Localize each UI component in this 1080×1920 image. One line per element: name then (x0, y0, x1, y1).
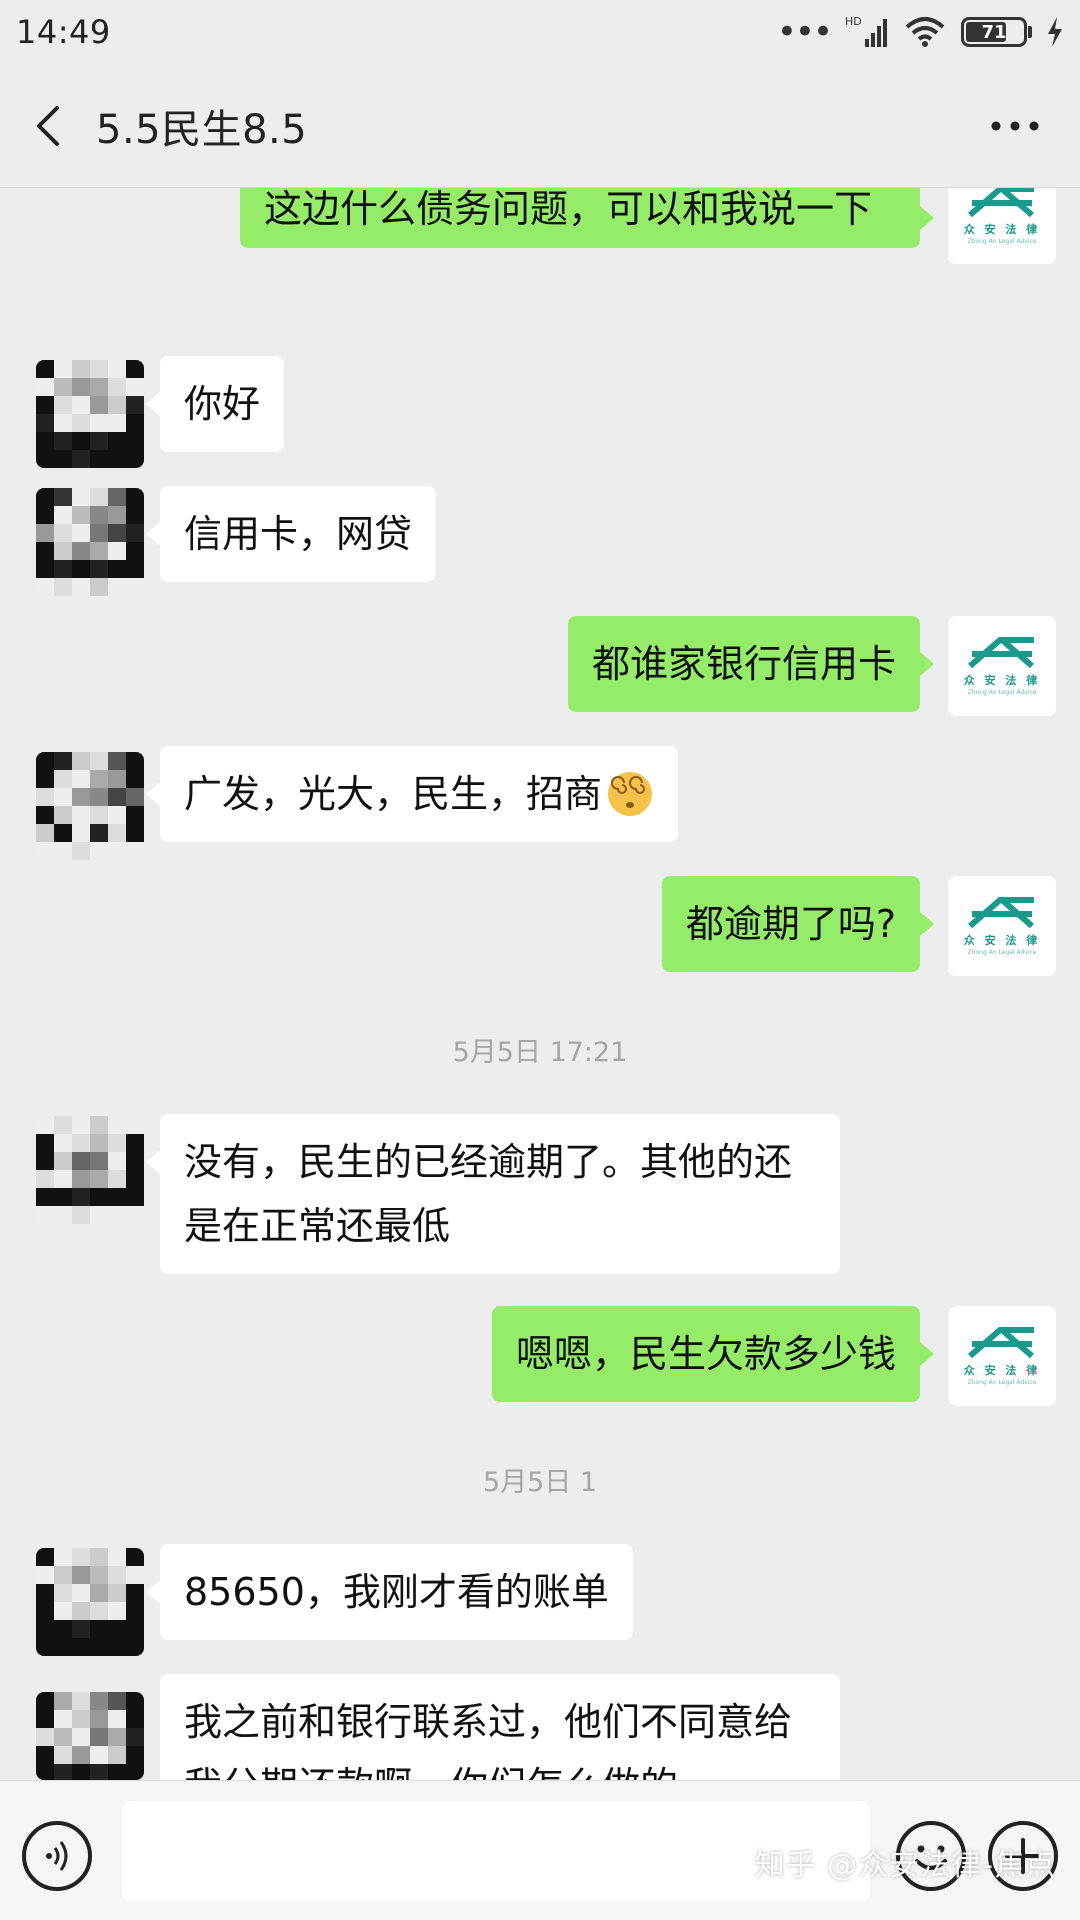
logo-text: 众 安 法 律 (963, 674, 1041, 687)
chat-header: 5.5民生8.5 (0, 64, 1080, 188)
user-avatar[interactable] (36, 1548, 144, 1656)
signal-icon: HD (845, 15, 887, 47)
message-bubble-in[interactable]: 广发，光大，民生，招商 (145, 746, 679, 842)
user-avatar[interactable] (36, 752, 144, 860)
logo-text: 众 安 法 律 (963, 934, 1041, 947)
zhongan-logo-icon (968, 1327, 1034, 1359)
logo-text: 众 安 法 律 (963, 1364, 1041, 1377)
status-bar: 14:49 ••• HD 71 (0, 0, 1080, 64)
back-button[interactable] (0, 64, 96, 188)
message-bubble-in[interactable]: 信用卡，网贷 (145, 486, 437, 582)
message-text: 都谁家银行信用卡 (591, 642, 896, 686)
agent-avatar[interactable]: 众 安 法 律 Zhong An Legal Advice (948, 1306, 1056, 1406)
dizzy-emoji-icon (608, 772, 653, 816)
zhongan-logo-icon (968, 637, 1034, 669)
message-text: 你好 (184, 382, 261, 426)
message-timestamp: 5月5日 17:21 (452, 1037, 628, 1068)
agent-avatar[interactable]: 众 安 法 律 Zhong An Legal Advice (948, 876, 1056, 976)
message-bubble-out[interactable]: 嗯嗯，民生欠款多少钱 (491, 1306, 935, 1402)
user-avatar[interactable] (36, 488, 144, 596)
message-text: 嗯嗯，民生欠款多少钱 (515, 1332, 896, 1376)
message-text: 85650，我刚才看的账单 (184, 1570, 609, 1614)
message-bubble-out[interactable]: 都逾期了吗? (661, 876, 935, 972)
zhongan-logo-icon (968, 186, 1034, 218)
logo-text: 众 安 法 律 (963, 223, 1041, 236)
pixelated-avatar-image (36, 1116, 144, 1224)
logo-subtext: Zhong An Legal Advice (967, 238, 1037, 245)
message-text: 信用卡，网贷 (184, 512, 413, 556)
agent-avatar[interactable]: 众 安 法 律 Zhong An Legal Advice (948, 616, 1056, 716)
logo-subtext: Zhong An Legal Advice (967, 689, 1037, 696)
message-text: 我之前和银行联系过，他们不同意给我分期还款啊，你们怎么做的 (184, 1700, 793, 1780)
wifi-icon (905, 17, 945, 47)
notification-dots-icon: ••• (776, 12, 833, 52)
message-timestamp: 5月5日 1 (482, 1467, 598, 1498)
message-text: 这边什么债务问题，可以和我说一下 (264, 187, 873, 231)
message-bubble-in[interactable]: 我之前和银行联系过，他们不同意给我分期还款啊，你们怎么做的 (160, 1674, 840, 1780)
logo-subtext: Zhong An Legal Advice (967, 1379, 1037, 1386)
message-bubble-in[interactable]: 85650，我刚才看的账单 (146, 1544, 633, 1640)
user-avatar[interactable] (36, 360, 144, 468)
pixelated-avatar-image (36, 1692, 144, 1780)
pixelated-avatar-image (36, 488, 144, 596)
message-text: 广发，光大，民生，招商 (184, 772, 603, 816)
voice-button[interactable] (22, 1821, 92, 1891)
message-text: 没有，民生的已经逾期了。其他的还是在正常还最低 (184, 1140, 793, 1248)
user-avatar[interactable] (36, 1692, 144, 1780)
charging-icon (1048, 17, 1062, 47)
back-arrow-icon (37, 105, 59, 146)
more-button[interactable] (980, 102, 1050, 150)
more-dots-icon (991, 121, 1039, 131)
user-avatar[interactable] (36, 1116, 144, 1224)
logo-subtext: Zhong An Legal Advice (967, 949, 1037, 956)
pixelated-avatar-image (36, 752, 144, 860)
message-text: 都逾期了吗? (685, 902, 896, 946)
battery-level: 71 (981, 21, 1007, 43)
voice-icon (46, 1841, 68, 1871)
pixelated-avatar-image (36, 360, 144, 468)
message-bubble-out[interactable]: 都谁家银行信用卡 (567, 616, 935, 712)
watermark: 知乎 @众安法律-焦点 (754, 1848, 1056, 1883)
battery-icon: 71 (961, 17, 1032, 47)
zhongan-logo-icon (968, 897, 1034, 929)
message-bubble-in[interactable]: 没有，民生的已经逾期了。其他的还是在正常还最低 (146, 1114, 840, 1274)
status-time: 14:49 (16, 13, 111, 51)
pixelated-avatar-image (36, 1548, 144, 1656)
message-bubble-in[interactable]: 你好 (145, 356, 285, 452)
status-icons: ••• HD 71 (777, 15, 1064, 49)
hd-label: HD (845, 15, 862, 28)
chat-title: 5.5民生8.5 (96, 106, 308, 153)
